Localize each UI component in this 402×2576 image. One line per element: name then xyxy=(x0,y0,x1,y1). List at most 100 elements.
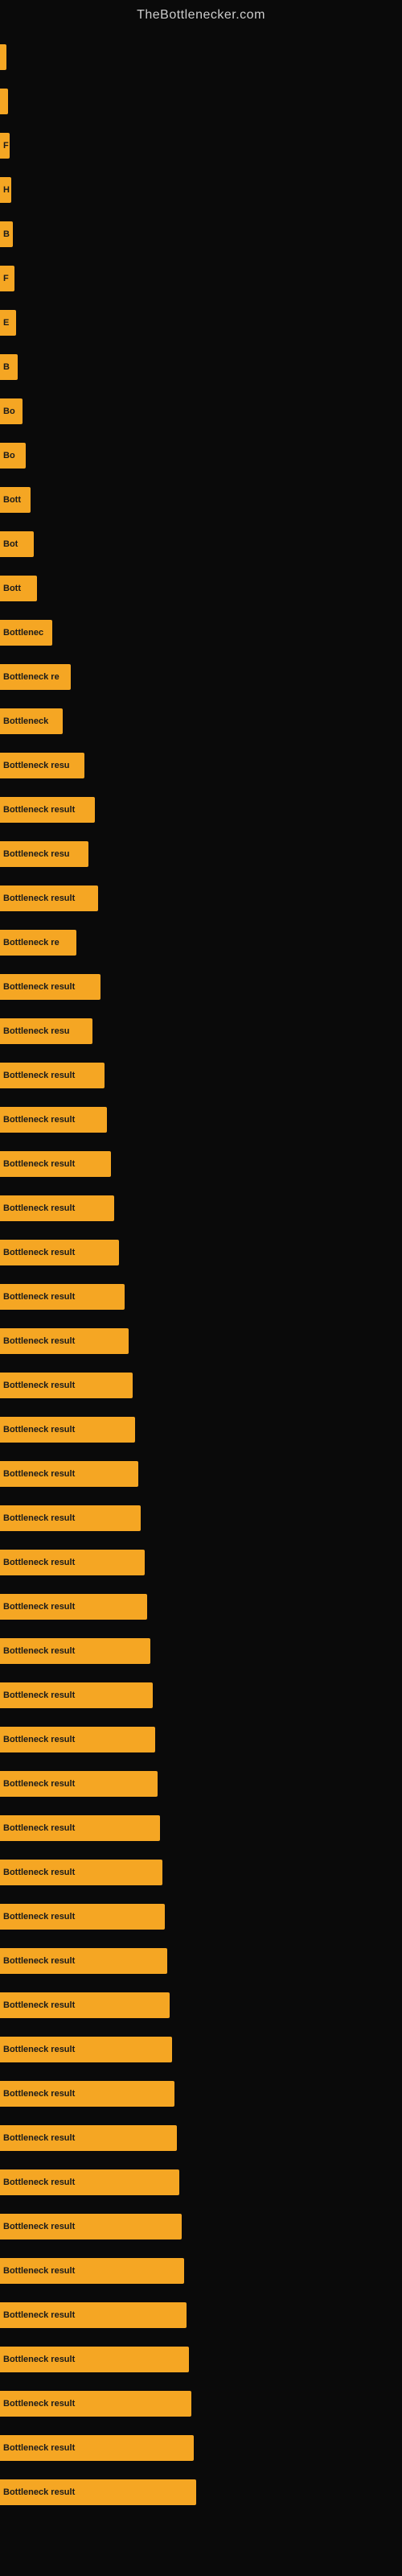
bar-row: Bottleneck result xyxy=(0,2470,402,2514)
bar-label: Bottleneck result xyxy=(3,1159,78,1169)
bar: Bottleneck result xyxy=(0,2347,189,2372)
bar: Bottleneck resu xyxy=(0,753,84,778)
bar: Bottleneck result xyxy=(0,1904,165,1930)
bar: E xyxy=(0,310,16,336)
bar: B xyxy=(0,354,18,380)
bar: Bottleneck result xyxy=(0,1063,105,1088)
bar-row: Bottleneck result xyxy=(0,2204,402,2248)
bar-label: Bottleneck result xyxy=(3,2045,78,2054)
bar-label: Bottleneck result xyxy=(3,982,78,992)
bar-row: Bottleneck result xyxy=(0,1141,402,1186)
bar-label: Bottleneck result xyxy=(3,1823,78,1833)
bar: Bottleneck result xyxy=(0,2302,187,2328)
bar-label: Bottleneck result xyxy=(3,2399,78,2409)
bar-label: Bottleneck result xyxy=(3,1690,78,1700)
bar-label: Bottleneck result xyxy=(3,2089,78,2099)
bar-label: Bot xyxy=(3,539,21,549)
bar: Bottleneck result xyxy=(0,1505,141,1531)
bar-label: Bottleneck result xyxy=(3,1336,78,1346)
bar-row: Bottleneck result xyxy=(0,1938,402,1983)
bar: Bo xyxy=(0,443,26,469)
bar-row: Bottleneck result xyxy=(0,1850,402,1894)
bar-label: Bottleneck result xyxy=(3,1868,78,1877)
bar-label: Bottleneck result xyxy=(3,1292,78,1302)
bar-row: Bottleneck result xyxy=(0,1629,402,1673)
bar: Bottleneck result xyxy=(0,1860,162,1885)
bar-label: Bottleneck result xyxy=(3,1469,78,1479)
bar-row: Bottleneck result xyxy=(0,1894,402,1938)
bar-row: Bottleneck result xyxy=(0,1319,402,1363)
bar: Bottleneck resu xyxy=(0,841,88,867)
bar-label: Bottleneck result xyxy=(3,1071,78,1080)
bar-row: Bottleneck re xyxy=(0,920,402,964)
bar-row: Bottleneck result xyxy=(0,2248,402,2293)
bar: Bottleneck result xyxy=(0,2258,184,2284)
bar: F xyxy=(0,133,10,159)
bar-label: Bottleneck result xyxy=(3,2310,78,2320)
bar-label: Bott xyxy=(3,584,24,593)
bar-row: F xyxy=(0,256,402,300)
bar: Bottleneck result xyxy=(0,2081,174,2107)
bar-row: Bottleneck result xyxy=(0,2381,402,2425)
bar: Bottleneck result xyxy=(0,797,95,823)
bar-label: Bottleneck result xyxy=(3,1115,78,1125)
bar-label: Bottleneck result xyxy=(3,1425,78,1435)
bar-row: Bo xyxy=(0,389,402,433)
bar-label: B xyxy=(3,362,13,372)
bar-row: Bott xyxy=(0,477,402,522)
bar: Bottleneck result xyxy=(0,886,98,911)
site-title-text: TheBottlenecker.com xyxy=(0,0,402,27)
bar-row: Bottleneck result xyxy=(0,2293,402,2337)
bar: Bottleneck result xyxy=(0,1550,145,1575)
bar-row: Bottleneck result xyxy=(0,876,402,920)
bar: Bottleneck result xyxy=(0,2125,177,2151)
bar-row: Bottleneck result xyxy=(0,1274,402,1319)
bar-row xyxy=(0,79,402,123)
bar: Bottleneck result xyxy=(0,1328,129,1354)
bar-row: Bot xyxy=(0,522,402,566)
bar: Bottleneck result xyxy=(0,1417,135,1443)
bar: Bottleneck result xyxy=(0,1815,160,1841)
bar: Bottleneck xyxy=(0,708,63,734)
bar-row: B xyxy=(0,345,402,389)
bar-row: Bottleneck resu xyxy=(0,832,402,876)
bar-label: Bottleneck result xyxy=(3,894,78,903)
bar-label: Bo xyxy=(3,407,18,416)
bar xyxy=(0,89,8,114)
bar-row: B xyxy=(0,212,402,256)
bar-row: Bottleneck result xyxy=(0,1673,402,1717)
bar-label: Bottleneck result xyxy=(3,805,78,815)
bar: Bottleneck result xyxy=(0,2391,191,2417)
bar-row: Bottleneck result xyxy=(0,964,402,1009)
bar-row: Bottleneck result xyxy=(0,2116,402,2160)
bar: Bottleneck result xyxy=(0,1682,153,1708)
bar-row: Bottleneck result xyxy=(0,1540,402,1584)
bar-label: Bottleneck result xyxy=(3,1558,78,1567)
bar: Bottleneck result xyxy=(0,2435,194,2461)
bar-row: Bottleneck result xyxy=(0,1806,402,1850)
bar-row: Bottleneck result xyxy=(0,1983,402,2027)
bar-row: Bottleneck result xyxy=(0,1230,402,1274)
bar-label: H xyxy=(3,185,11,195)
bar-row: Bottleneck re xyxy=(0,654,402,699)
bars-container: FHBFEBBoBoBottBotBottBottlenecBottleneck… xyxy=(0,27,402,2522)
bar-label: Bo xyxy=(3,451,18,460)
bar-label: Bott xyxy=(3,495,24,505)
bar-row: Bottleneck result xyxy=(0,2071,402,2116)
bar-row: Bottleneck result xyxy=(0,1186,402,1230)
bar: Bottleneck result xyxy=(0,1151,111,1177)
bar-row: Bottleneck result xyxy=(0,2425,402,2470)
bar-label: Bottleneck result xyxy=(3,2133,78,2143)
bar-row: Bott xyxy=(0,566,402,610)
bar: Bott xyxy=(0,576,37,601)
bar: Bottleneck result xyxy=(0,974,100,1000)
bar-label: Bottleneck result xyxy=(3,2000,78,2010)
bar-label: Bottleneck result xyxy=(3,1956,78,1966)
bar-label: Bottleneck result xyxy=(3,1779,78,1789)
bar: Bottleneck result xyxy=(0,1461,138,1487)
bar: Bo xyxy=(0,398,23,424)
bar: Bottleneck result xyxy=(0,1373,133,1398)
bar: Bottleneck resu xyxy=(0,1018,92,1044)
bar: Bottleneck result xyxy=(0,1638,150,1664)
bar: Bottleneck re xyxy=(0,664,71,690)
